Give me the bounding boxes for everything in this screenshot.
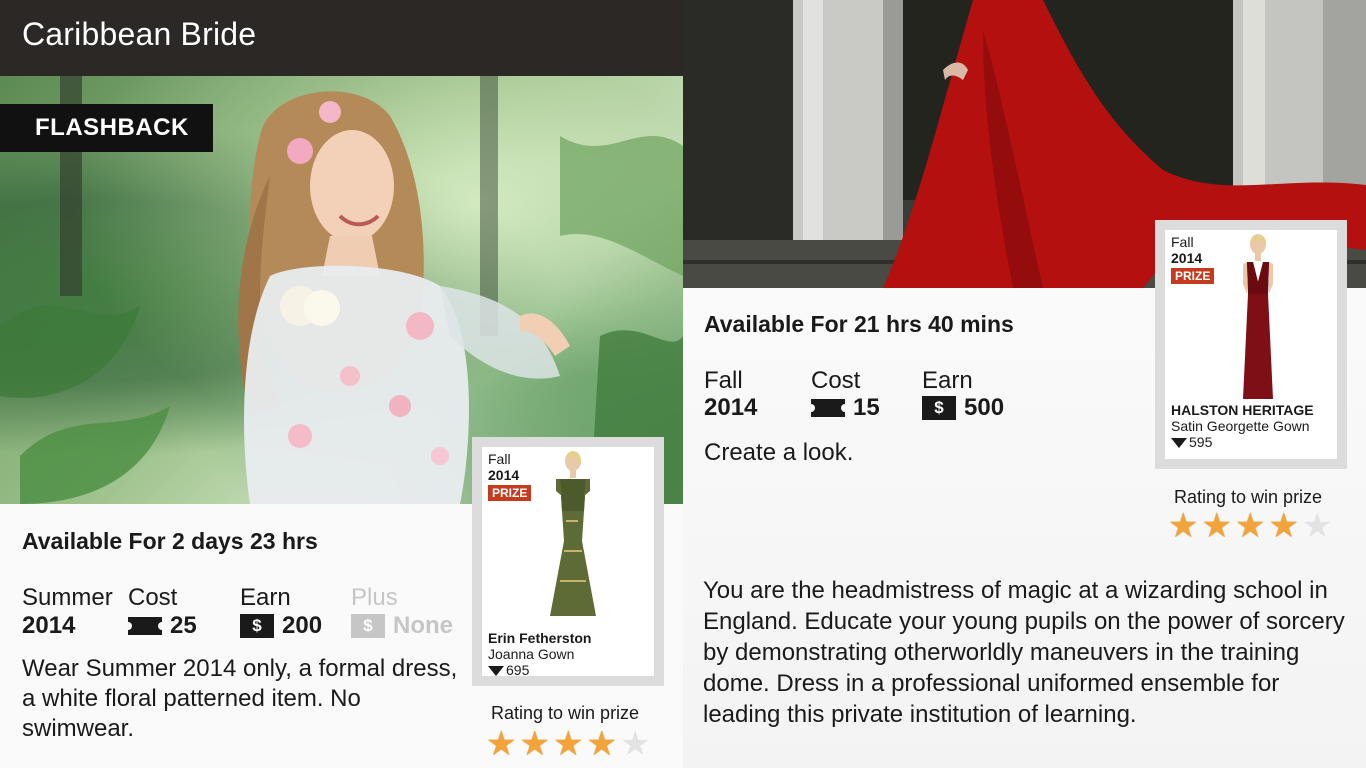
prize-gem-amount: 595 — [1189, 434, 1213, 450]
gown-thumbnail — [1243, 234, 1273, 399]
flashback-badge: FLASHBACK — [0, 104, 213, 152]
prize-badge: PRIZE — [1171, 268, 1215, 284]
availability-text: Available For 2 days 23 hrs — [22, 528, 318, 554]
rating-label: Rating to win prize — [491, 703, 640, 723]
dollar-icon: $ — [351, 614, 385, 638]
star-filled-icon: ★ — [552, 725, 584, 763]
title-bar: Caribbean Bride — [0, 0, 683, 76]
prize-gem-cost: 695 — [488, 662, 529, 678]
prize-card-inner: Fall 2014 PRIZE HALSTON HERITAGE Satin G… — [1165, 230, 1337, 459]
challenge-description: Wear Summer 2014 only, a formal dress, a… — [22, 655, 458, 742]
prize-card-inner: Fall 2014 PRIZE Erin Fetherston Joanna G… — [482, 447, 654, 678]
cost-label: Cost — [128, 584, 178, 611]
season-year: 2014 — [704, 394, 757, 422]
prize-badge: PRIZE — [488, 485, 532, 501]
season-year-text: 2014 — [704, 394, 758, 421]
star-empty-icon: ★ — [619, 725, 651, 763]
gem-icon — [488, 666, 504, 676]
cost-amount: 25 — [170, 612, 197, 639]
star-filled-icon: ★ — [1234, 507, 1266, 545]
prize-card[interactable]: Fall 2014 PRIZE Erin Fetherston Joanna G… — [472, 437, 664, 686]
challenge-title: Caribbean Bride — [22, 16, 257, 52]
earn-amount: 500 — [964, 394, 1005, 421]
rating-label: Rating to win prize — [1174, 487, 1323, 507]
availability-text: Available For 21 hrs 40 mins — [704, 311, 1014, 337]
rating-stars: ★ ★ ★ ★ ★ — [486, 727, 650, 761]
prize-year: 2014 — [488, 467, 520, 483]
prize-gem-amount: 695 — [506, 662, 530, 678]
earn-label: Earn — [922, 367, 973, 394]
prize-brand: Erin Fetherston — [488, 630, 592, 646]
earn-label: Earn — [240, 584, 291, 611]
ticket-icon — [807, 399, 849, 417]
challenge-card-caribbean-bride[interactable]: Caribbean Bride FLASHBACK Available For … — [0, 0, 683, 768]
prize-item-name: Joanna Gown — [488, 646, 575, 662]
star-filled-icon: ★ — [1268, 507, 1299, 545]
star-filled-icon: ★ — [586, 725, 617, 763]
prize-season: Fall — [1171, 234, 1194, 250]
star-filled-icon: ★ — [519, 725, 550, 763]
prize-season: Fall — [488, 451, 511, 467]
star-filled-icon: ★ — [486, 725, 517, 763]
season-year-text: 2014 — [22, 612, 76, 639]
cost-amount: 15 — [853, 394, 880, 421]
season-label: Fall — [704, 367, 743, 394]
earn-amount: 200 — [282, 612, 323, 639]
plus-label: Plus — [351, 584, 398, 611]
plus-value: $ None — [351, 612, 453, 640]
ticket-icon — [124, 617, 166, 635]
prize-item-name: Satin Georgette Gown — [1171, 418, 1310, 434]
earn-value: $ 500 — [922, 394, 1004, 422]
star-filled-icon: ★ — [1168, 507, 1199, 545]
prize-brand: HALSTON HERITAGE — [1171, 402, 1314, 418]
challenge-card-wizarding-school[interactable]: Available For 21 hrs 40 mins Fall 2014 C… — [683, 0, 1366, 768]
season-year: 2014 — [22, 612, 75, 640]
challenge-description: You are the headmistress of magic at a w… — [703, 577, 1345, 728]
gem-icon — [1171, 438, 1187, 448]
star-empty-icon: ★ — [1301, 507, 1333, 545]
season-label: Summer — [22, 584, 113, 611]
cost-value: 15 — [807, 394, 880, 422]
short-description: Create a look. — [704, 439, 854, 466]
dollar-icon: $ — [240, 614, 274, 638]
challenge-screen: Caribbean Bride FLASHBACK Available For … — [0, 0, 1366, 768]
cost-value: 25 — [124, 612, 197, 640]
gown-thumbnail — [550, 451, 596, 616]
rating-stars: ★ ★ ★ ★ ★ — [1168, 509, 1332, 543]
star-filled-icon: ★ — [1201, 507, 1232, 545]
prize-gem-cost: 595 — [1171, 434, 1212, 450]
plus-amount: None — [393, 612, 453, 639]
prize-card[interactable]: Fall 2014 PRIZE HALSTON HERITAGE Satin G… — [1155, 220, 1347, 469]
dollar-icon: $ — [922, 396, 956, 420]
cost-label: Cost — [811, 367, 861, 394]
earn-value: $ 200 — [240, 612, 322, 640]
prize-year: 2014 — [1171, 250, 1203, 266]
